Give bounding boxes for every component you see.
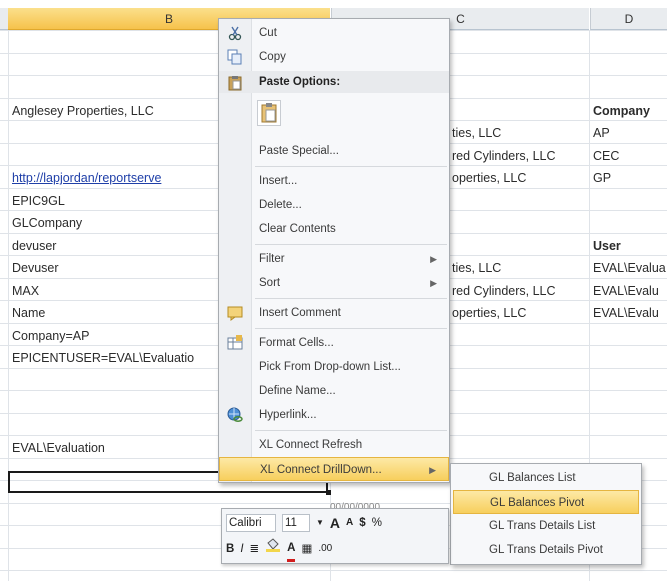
paste-options-label: Paste Options: <box>259 76 341 88</box>
cell-d[interactable]: AP <box>593 122 667 144</box>
font-name-box[interactable]: Calibri <box>226 514 276 532</box>
paste-icon[interactable] <box>257 100 281 126</box>
font-color-button[interactable]: A <box>287 537 296 562</box>
comment-icon <box>227 305 243 321</box>
copy-label: Copy <box>259 51 286 63</box>
submenu-item-gl-balances-pivot[interactable]: GL Balances Pivot <box>453 490 639 514</box>
menu-item-xl-connect-drilldown[interactable]: XL Connect DrillDown... ▶ <box>219 457 449 481</box>
delete-label: Delete... <box>259 199 302 211</box>
cell-c[interactable]: ties, LLC <box>452 122 588 144</box>
grid-row-line <box>0 570 667 571</box>
percent-button[interactable]: % <box>372 512 382 534</box>
submenu-arrow-icon: ▶ <box>430 254 437 264</box>
menu-item-hyperlink[interactable]: Hyperlink... <box>219 403 449 427</box>
define-name-label: Define Name... <box>259 385 336 397</box>
submenu-item-label: GL Trans Details List <box>489 520 596 532</box>
insert-comment-label: Insert Comment <box>259 307 341 319</box>
menu-item-pick-list[interactable]: Pick From Drop-down List... <box>219 355 449 379</box>
column-d-label: D <box>624 11 634 26</box>
xl-drilldown-label: XL Connect DrillDown... <box>260 464 382 476</box>
menu-item-filter[interactable]: Filter ▶ <box>219 247 449 271</box>
menu-item-copy[interactable]: Copy <box>219 45 449 69</box>
clipboard-icon <box>227 75 243 91</box>
submenu-arrow-icon: ▶ <box>430 278 437 288</box>
paste-special-label: Paste Special... <box>259 145 339 157</box>
copy-icon <box>227 49 243 65</box>
submenu-item-label: GL Trans Details Pivot <box>489 544 603 556</box>
filter-label: Filter <box>259 253 285 265</box>
clear-contents-label: Clear Contents <box>259 223 336 235</box>
submenu-item-label: GL Balances Pivot <box>490 497 585 509</box>
hyperlink-label: Hyperlink... <box>259 409 317 421</box>
menu-item-clear-contents[interactable]: Clear Contents <box>219 217 449 241</box>
cell-d[interactable]: EVAL\Evalua <box>593 257 667 279</box>
italic-button[interactable]: I <box>240 538 243 560</box>
menu-item-insert-comment[interactable]: Insert Comment <box>219 301 449 325</box>
cell-c[interactable]: red Cylinders, LLC <box>452 280 588 302</box>
menu-item-sort[interactable]: Sort ▶ <box>219 271 449 295</box>
paste-option-keep[interactable] <box>219 97 449 131</box>
menu-item-delete[interactable]: Delete... <box>219 193 449 217</box>
cell-c[interactable]: red Cylinders, LLC <box>452 145 588 167</box>
paste-options-header: Paste Options: <box>219 71 449 93</box>
dropdown-arrow-icon[interactable]: ▼ <box>316 512 324 534</box>
menu-item-paste-special[interactable]: Paste Special... <box>219 139 449 163</box>
cell-d[interactable]: CEC <box>593 145 667 167</box>
shrink-font-button[interactable]: A <box>346 512 353 534</box>
currency-button[interactable]: $ <box>359 512 365 534</box>
cell-c[interactable]: operties, LLC <box>452 302 588 324</box>
cell-d[interactable]: GP <box>593 167 667 189</box>
cell-d[interactable]: User <box>593 235 667 257</box>
fill-color-icon[interactable] <box>265 538 281 560</box>
submenu-item-label: GL Balances List <box>489 472 576 484</box>
align-center-icon[interactable]: ≣ <box>250 538 260 560</box>
menu-item-insert[interactable]: Insert... <box>219 169 449 193</box>
cell-d[interactable]: Company <box>593 100 667 122</box>
borders-icon[interactable]: ▦ <box>301 538 312 560</box>
submenu-arrow-icon: ▶ <box>429 465 436 475</box>
context-menu: Cut Copy Paste Options: Paste Special...… <box>218 18 450 483</box>
globe-link-icon <box>227 407 243 423</box>
format-cells-icon <box>227 335 243 351</box>
menu-item-define-name[interactable]: Define Name... <box>219 379 449 403</box>
sort-label: Sort <box>259 277 281 289</box>
menu-item-format-cells[interactable]: Format Cells... <box>219 331 449 355</box>
submenu-item-gl-trans-details-pivot[interactable]: GL Trans Details Pivot <box>453 538 639 562</box>
column-c-label: C <box>456 11 465 26</box>
column-header-d[interactable]: D <box>590 8 667 30</box>
cut-label: Cut <box>259 27 277 39</box>
scissors-icon <box>227 25 243 41</box>
menu-item-xl-connect-refresh[interactable]: XL Connect Refresh <box>219 433 449 457</box>
font-size-box[interactable]: 11 <box>282 514 310 532</box>
insert-label: Insert... <box>259 175 298 187</box>
submenu-item-gl-balances-list[interactable]: GL Balances List <box>453 466 639 490</box>
bold-button[interactable]: B <box>226 538 234 560</box>
cell-c[interactable]: operties, LLC <box>452 167 588 189</box>
grow-font-button[interactable]: A <box>330 512 340 534</box>
cell-d[interactable]: EVAL\Evalu <box>593 280 667 302</box>
pick-list-label: Pick From Drop-down List... <box>259 361 401 373</box>
column-b-label: B <box>164 11 173 26</box>
fill-handle[interactable] <box>326 490 331 495</box>
mini-toolbar: Calibri 11 ▼ A A $ % B I ≣ A ▦ .00 <box>221 508 449 564</box>
menu-item-cut[interactable]: Cut <box>219 21 449 45</box>
cell-d[interactable]: EVAL\Evalu <box>593 302 667 324</box>
cell-c[interactable]: ties, LLC <box>452 257 588 279</box>
submenu-item-gl-trans-details-list[interactable]: GL Trans Details List <box>453 514 639 538</box>
drilldown-submenu: GL Balances List GL Balances Pivot GL Tr… <box>450 463 642 565</box>
format-cells-label: Format Cells... <box>259 337 334 349</box>
increase-decimal-button[interactable]: .00 <box>318 538 332 560</box>
xl-refresh-label: XL Connect Refresh <box>259 439 363 451</box>
